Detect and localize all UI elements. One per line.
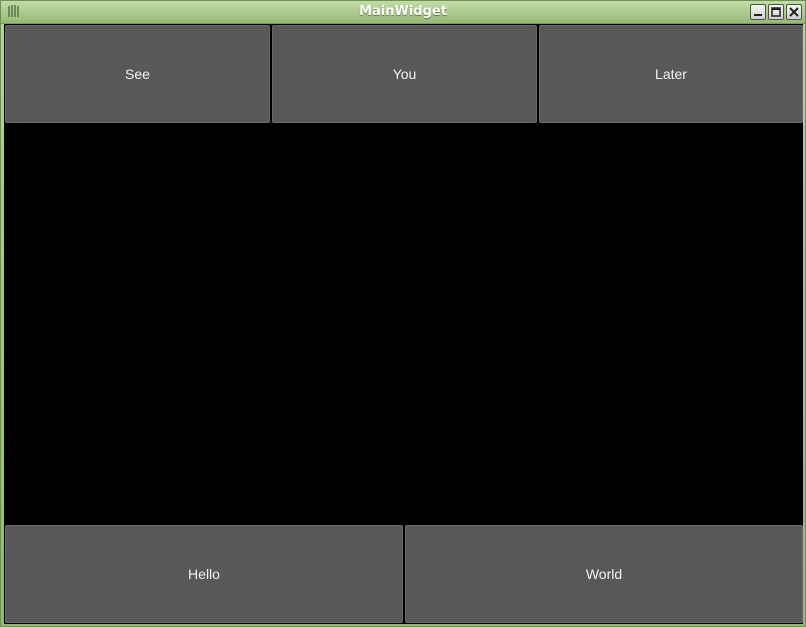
minimize-icon <box>754 14 762 16</box>
hello-button[interactable]: Hello <box>5 525 403 623</box>
maximize-button[interactable] <box>768 4 784 20</box>
title-bar[interactable]: MainWidget <box>1 1 805 24</box>
maximize-icon <box>771 7 781 17</box>
minimize-button[interactable] <box>750 4 766 20</box>
window-title: MainWidget <box>359 4 447 19</box>
main-widget-area: See You Later Hello World <box>4 24 803 624</box>
see-button[interactable]: See <box>5 25 270 123</box>
main-window: MainWidget See You Later Hello World <box>0 0 806 627</box>
later-button[interactable]: Later <box>539 25 803 123</box>
you-button[interactable]: You <box>272 25 537 123</box>
world-button[interactable]: World <box>405 525 803 623</box>
close-icon <box>789 7 799 17</box>
close-button[interactable] <box>786 4 802 20</box>
window-controls <box>750 4 802 20</box>
